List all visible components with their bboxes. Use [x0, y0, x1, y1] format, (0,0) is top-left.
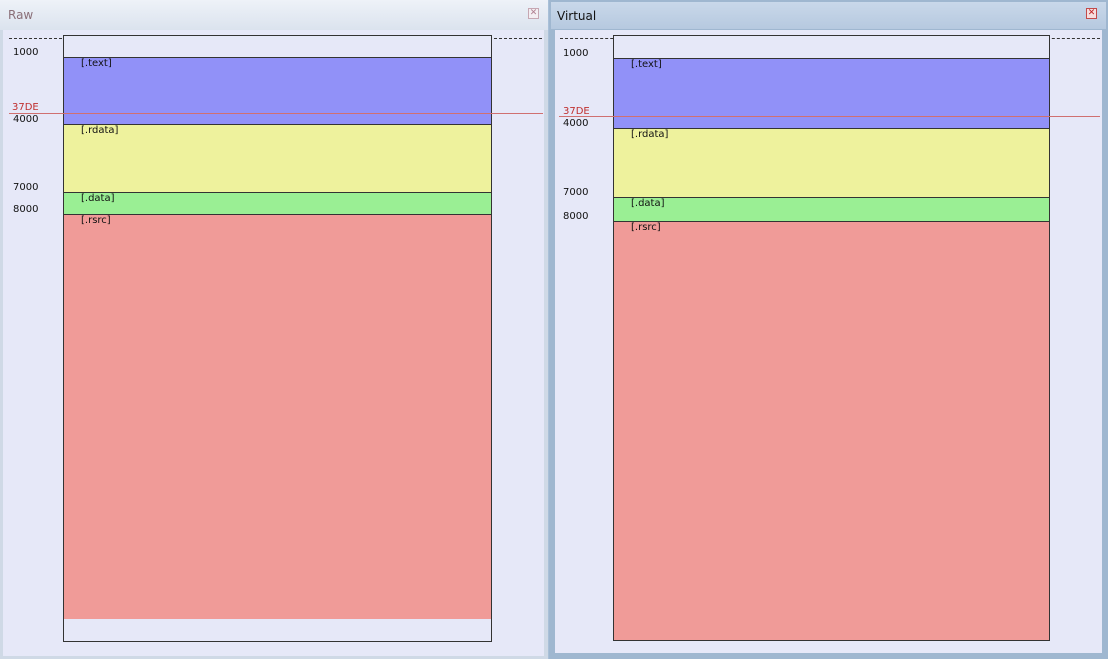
section-label: .data [634, 198, 661, 209]
raw-map-area[interactable]: 1000 4000 7000 8000 [.text] [.rdata] [.d… [3, 30, 544, 656]
address-label: 7000 [563, 187, 589, 198]
address-label: 7000 [13, 182, 39, 193]
section-label: .text [634, 59, 658, 70]
section-label: .rsrc [84, 215, 107, 226]
section-text[interactable]: [.text] [614, 58, 1049, 128]
position-marker-label: 37DE [12, 102, 39, 113]
close-icon[interactable]: ✕ [528, 8, 539, 19]
memory-layout-frame: [.text] [.rdata] [.data] [.rsrc] [613, 35, 1050, 641]
virtual-panel: Virtual ✕ 1000 4000 7000 8000 [.text] [.… [549, 0, 1108, 659]
raw-titlebar: Raw ✕ [0, 0, 548, 30]
position-marker-label: 37DE [563, 106, 590, 117]
section-label: .text [84, 58, 108, 69]
section-rdata[interactable]: [.rdata] [64, 124, 491, 192]
address-label: 1000 [563, 48, 589, 59]
address-label: 8000 [563, 211, 589, 222]
address-label: 4000 [563, 118, 589, 129]
raw-panel: Raw ✕ 1000 4000 7000 8000 [.text] [.rdat… [0, 0, 548, 659]
raw-title: Raw [8, 8, 34, 22]
virtual-map-area[interactable]: 1000 4000 7000 8000 [.text] [.rdata] [.d… [555, 30, 1102, 653]
section-label: .data [84, 193, 111, 204]
section-data[interactable]: [.data] [64, 192, 491, 214]
position-marker-line [9, 113, 543, 114]
close-icon[interactable]: ✕ [1086, 8, 1097, 19]
address-label: 4000 [13, 114, 39, 125]
virtual-titlebar: Virtual ✕ [551, 2, 1106, 29]
section-rdata[interactable]: [.rdata] [614, 128, 1049, 197]
section-rsrc[interactable]: [.rsrc] [614, 221, 1049, 640]
section-label: .rdata [634, 129, 665, 140]
section-label: .rdata [84, 125, 115, 136]
section-label: .rsrc [634, 222, 657, 233]
address-label: 1000 [13, 47, 39, 58]
address-label: 8000 [13, 204, 39, 215]
section-data[interactable]: [.data] [614, 197, 1049, 221]
file-layout-frame: [.text] [.rdata] [.data] [.rsrc] [63, 35, 492, 642]
position-marker-line [559, 116, 1100, 117]
virtual-title: Virtual [557, 9, 597, 23]
section-rsrc[interactable]: [.rsrc] [64, 214, 491, 619]
